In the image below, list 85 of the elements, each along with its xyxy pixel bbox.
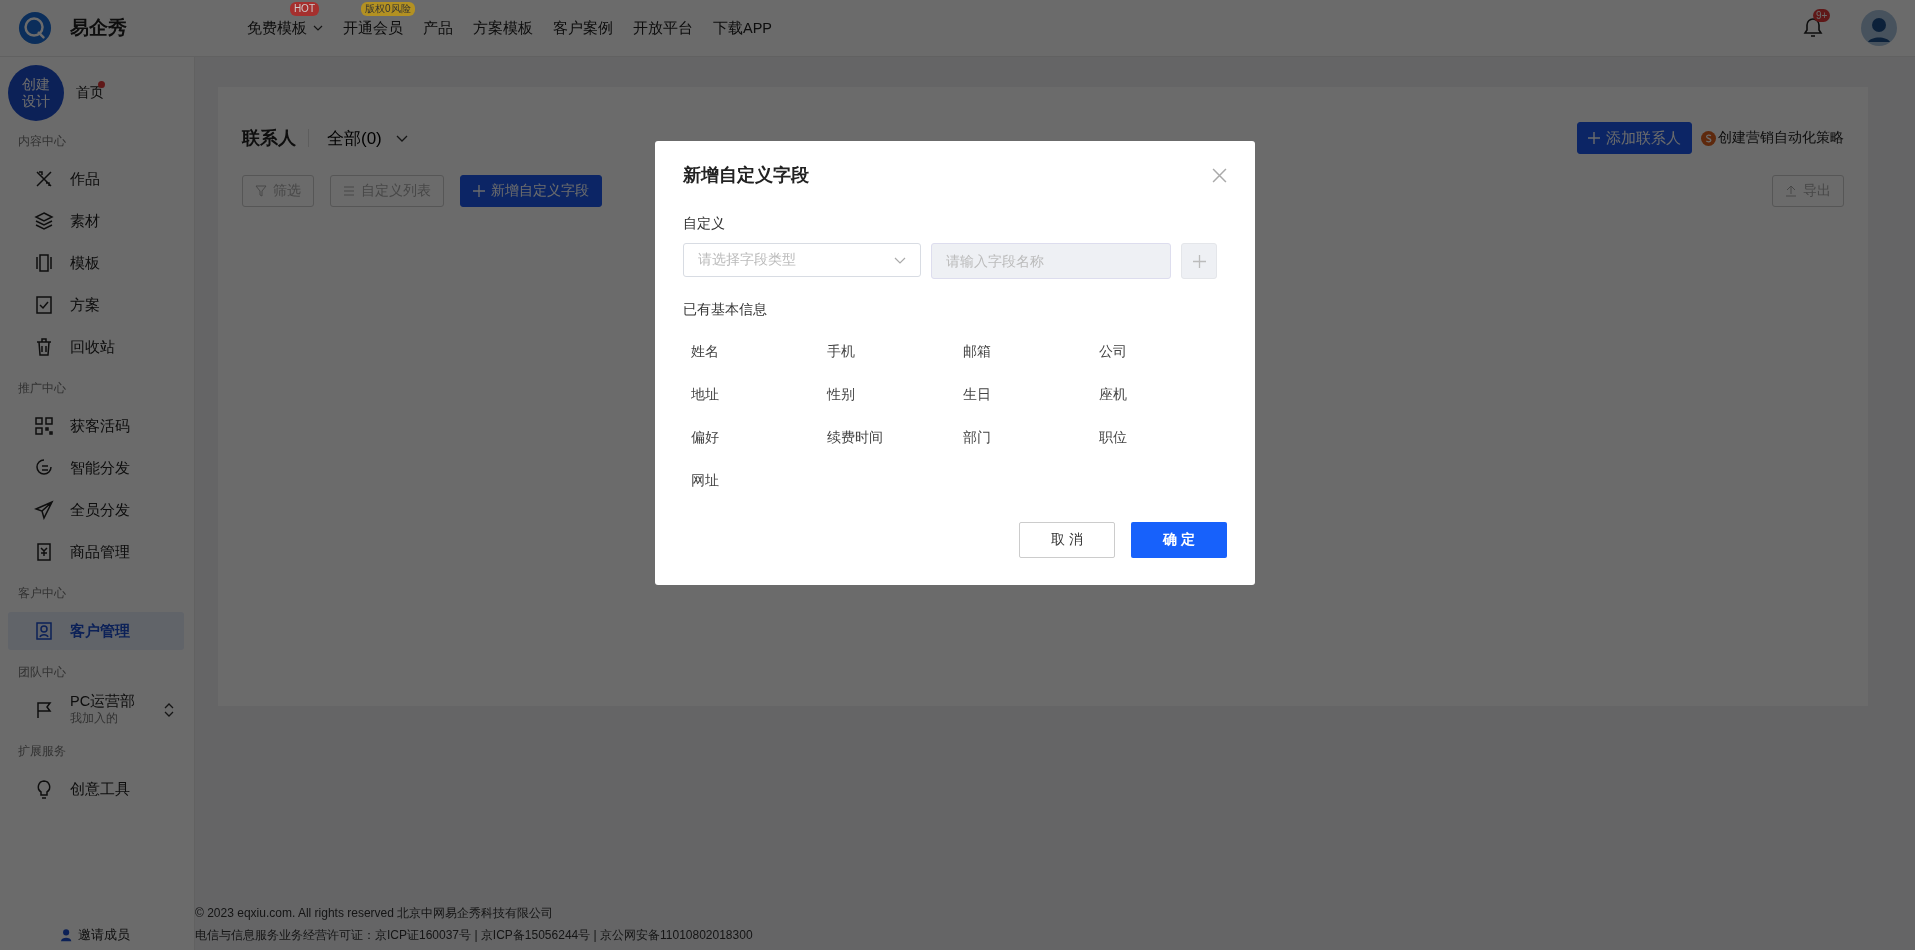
flag-icon — [34, 700, 54, 720]
trash-icon — [34, 337, 54, 357]
nav-link[interactable]: 开放平台 — [633, 18, 693, 38]
field-name: 性别 — [827, 386, 856, 404]
field-name: 公司 — [1099, 343, 1128, 361]
sidebar-item[interactable]: 智能分发 — [8, 449, 184, 487]
nav-link[interactable]: 下载APP — [713, 18, 772, 38]
footer-text: © 2023 eqxiu.com. All rights reserved 北京中网易企秀科技有限公司 — [195, 905, 555, 922]
create-design-button[interactable]: 创建设计 — [8, 65, 64, 121]
field-name: 座机 — [1099, 386, 1128, 404]
caret-icon — [395, 134, 408, 142]
nav-badge: 版权0风险 — [361, 1, 415, 16]
page-title: 联系人 — [242, 127, 296, 150]
footer-text: 电信与信息服务业务经营许可证：京ICP证160037号 | 京ICP备15056244号 | 京公网安备11010802018300 — [195, 927, 754, 944]
menu-label: 创意工具 — [70, 779, 130, 799]
menu-label: 模板 — [70, 253, 100, 273]
caret-icon — [894, 256, 906, 264]
menu-label: 客户管理 — [70, 621, 130, 641]
marketing-strategy-link[interactable]: 创建营销自动化策略 — [1701, 129, 1844, 147]
field-type-select[interactable]: 请选择字段类型 — [683, 243, 921, 277]
s-circle-icon — [1701, 130, 1716, 146]
sidebar-item[interactable]: 回收站 — [8, 328, 184, 366]
sidebar-item[interactable]: 客户管理 — [8, 612, 184, 650]
notification-bell-icon[interactable] — [1803, 17, 1823, 39]
nav-badge: HOT — [289, 1, 319, 16]
team-name: PC运营部 — [70, 693, 136, 710]
nav-link[interactable]: 客户案例 — [553, 18, 613, 38]
plus-icon — [1588, 132, 1600, 144]
add-contact-button[interactable]: 添加联系人 — [1577, 122, 1692, 154]
field-name: 网址 — [691, 472, 720, 490]
sidebar-item[interactable]: 创意工具 — [8, 770, 184, 808]
group-filter-dropdown[interactable]: 全部(0) — [321, 125, 414, 151]
logo-icon[interactable] — [18, 11, 52, 45]
close-icon[interactable] — [1212, 167, 1227, 183]
field-name: 姓名 — [691, 343, 720, 361]
field-name: 手机 — [827, 343, 856, 361]
sidebar-item[interactable]: 全员分发 — [8, 491, 184, 529]
field-name: 邮箱 — [963, 343, 992, 361]
confirm-button[interactable]: 确 定 — [1131, 522, 1227, 558]
cancel-button[interactable]: 取 消 — [1019, 522, 1115, 558]
upload-icon — [1785, 185, 1797, 197]
template-icon — [34, 253, 54, 273]
nav-link[interactable]: 产品 — [423, 18, 453, 38]
field-name: 续费时间 — [827, 429, 884, 447]
layers-icon — [34, 211, 54, 231]
menu-label: 商品管理 — [70, 542, 130, 562]
field-name: 偏好 — [691, 429, 720, 447]
sidebar-item[interactable]: 获客活码 — [8, 407, 184, 445]
brush-icon — [34, 169, 54, 189]
send-icon — [34, 500, 54, 520]
sidebar-item[interactable]: 模板 — [8, 244, 184, 282]
notification-badge: 9+ — [1813, 9, 1831, 22]
nav-link[interactable]: 免费模板 — [247, 18, 307, 38]
field-name: 职位 — [1099, 429, 1128, 447]
menu-label: 回收站 — [70, 337, 115, 357]
plus-icon — [1192, 254, 1206, 268]
goods-icon — [34, 542, 54, 562]
filter-icon — [255, 185, 267, 197]
sidebar-item[interactable]: 作品 — [8, 160, 184, 198]
dialog-title: 新增自定义字段 — [683, 164, 809, 187]
nav-link[interactable]: 开通会员 — [343, 18, 403, 38]
qr-icon — [34, 416, 54, 436]
brand-name: 易企秀 — [70, 16, 127, 40]
user-avatar[interactable] — [1861, 10, 1897, 46]
menu-label: 作品 — [70, 169, 100, 189]
sidebar-item[interactable]: 素材 — [8, 202, 184, 240]
sidebar-item[interactable]: 商品管理 — [8, 533, 184, 571]
menu-label: 全员分发 — [70, 500, 130, 520]
check-icon — [34, 295, 54, 315]
plus-icon — [473, 185, 485, 197]
menu-label: 获客活码 — [70, 416, 130, 436]
field-label: 自定义 — [683, 215, 726, 233]
menu-label: 方案 — [70, 295, 100, 315]
sidebar-item[interactable]: 方案 — [8, 286, 184, 324]
contact-icon — [34, 621, 54, 641]
menu-label: 素材 — [70, 211, 100, 231]
switch-icon[interactable] — [164, 703, 174, 717]
field-name: 地址 — [691, 386, 720, 404]
menu-label: 智能分发 — [70, 458, 130, 478]
section-label: 已有基本信息 — [683, 301, 768, 319]
toolbar-button[interactable]: 新增自定义字段 — [460, 175, 602, 207]
nav-link[interactable]: 方案模板 — [473, 18, 533, 38]
invite-members-link[interactable]: 邀请成员 — [60, 926, 194, 944]
field-name: 部门 — [963, 429, 992, 447]
field-name: 生日 — [963, 386, 992, 404]
